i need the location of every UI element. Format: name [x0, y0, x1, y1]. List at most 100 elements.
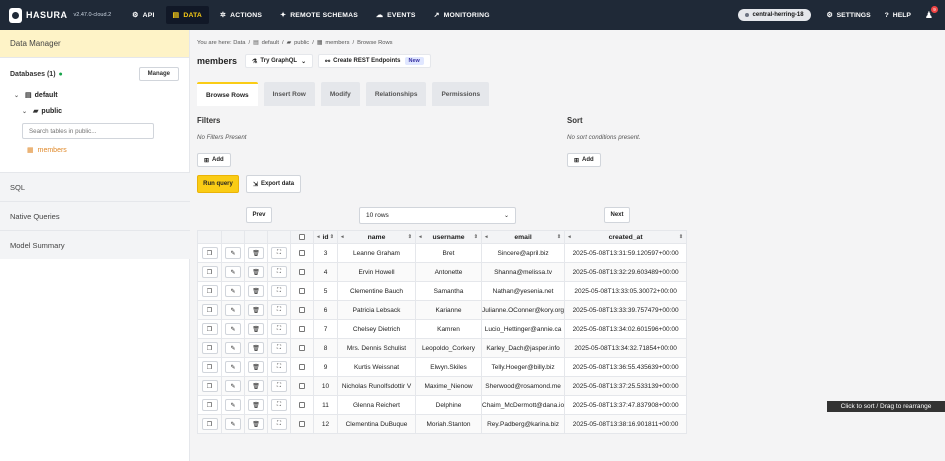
- expand-row-button[interactable]: ⛶: [271, 342, 287, 354]
- clone-row-button[interactable]: ❐: [201, 418, 218, 430]
- expand-row-button[interactable]: ⛶: [271, 247, 287, 259]
- hasura-logo[interactable]: HASURA v2.47.0-cloud.2: [9, 7, 111, 23]
- cell-created-at[interactable]: 2025-05-08T13:33:39.757479+00:00: [564, 300, 688, 320]
- row-checkbox[interactable]: [299, 306, 305, 313]
- breadcrumb-members[interactable]: members: [325, 40, 349, 46]
- edit-row-button[interactable]: ✎: [225, 361, 241, 373]
- clone-row-button[interactable]: ❐: [201, 399, 218, 411]
- cell-id[interactable]: 7: [313, 319, 338, 339]
- column-header-name[interactable]: ◂ name ⇕: [337, 230, 416, 244]
- sidebar-item-native-queries[interactable]: Native Queries: [0, 201, 190, 230]
- cell-email[interactable]: Telly.Hoeger@billy.biz: [480, 357, 566, 377]
- edit-row-button[interactable]: ✎: [225, 266, 241, 278]
- row-checkbox[interactable]: [299, 287, 305, 294]
- cell-name[interactable]: Leanne Graham: [337, 243, 416, 263]
- column-header-created-at[interactable]: ◂ created_at ⇕: [564, 230, 688, 244]
- breadcrumb-default[interactable]: default: [262, 40, 279, 46]
- clone-row-button[interactable]: ❐: [201, 304, 218, 316]
- row-checkbox[interactable]: [299, 325, 305, 332]
- export-data-button[interactable]: ⇲ Export data: [246, 175, 302, 193]
- expand-row-button[interactable]: ⛶: [271, 266, 287, 278]
- clone-row-button[interactable]: ❐: [201, 285, 218, 297]
- nav-remote-schemas[interactable]: ✦ REMOTE SCHEMAS: [273, 6, 365, 24]
- cell-username[interactable]: Samantha: [415, 281, 482, 301]
- cell-email[interactable]: Julianne.OConner@kory.org: [480, 300, 566, 320]
- cell-created-at[interactable]: 2025-05-08T13:32:29.603489+00:00: [564, 262, 688, 282]
- expand-row-button[interactable]: ⛶: [271, 285, 287, 297]
- nav-events[interactable]: ☁ EVENTS: [369, 6, 423, 24]
- nav-api[interactable]: ⚙ API: [125, 6, 161, 24]
- nav-monitoring[interactable]: ↗ MONITORING: [427, 6, 497, 24]
- row-checkbox[interactable]: [299, 363, 305, 370]
- breadcrumb-prefix[interactable]: You are here: Data: [197, 40, 245, 46]
- cell-id[interactable]: 9: [313, 357, 338, 377]
- clone-row-button[interactable]: ❐: [201, 361, 218, 373]
- tab-modify[interactable]: Modify: [320, 82, 360, 106]
- cell-created-at[interactable]: 2025-05-08T13:31:59.120597+00:00: [564, 243, 688, 263]
- cell-id[interactable]: 12: [313, 414, 338, 434]
- delete-row-button[interactable]: 🗑: [248, 380, 264, 392]
- cell-id[interactable]: 3: [313, 243, 338, 263]
- tree-item-default[interactable]: ⌄ ▤ default: [0, 88, 189, 102]
- sidebar-item-model-summary[interactable]: Model Summary: [0, 230, 190, 259]
- settings-button[interactable]: ⚙ SETTINGS: [827, 11, 871, 20]
- clone-row-button[interactable]: ❐: [201, 342, 218, 354]
- cell-created-at[interactable]: 2025-05-08T13:34:02.601596+00:00: [564, 319, 688, 339]
- add-sort-button[interactable]: ⊞ Add: [567, 153, 601, 167]
- clone-row-button[interactable]: ❐: [201, 380, 218, 392]
- sort-icon[interactable]: ⇕: [330, 234, 334, 240]
- sidebar-item-sql[interactable]: SQL: [0, 172, 190, 201]
- tab-permissions[interactable]: Permissions: [432, 82, 490, 106]
- run-query-button[interactable]: Run query: [197, 175, 239, 193]
- edit-row-button[interactable]: ✎: [225, 285, 241, 297]
- sort-icon[interactable]: ⇕: [408, 234, 412, 240]
- cell-username[interactable]: Kamren: [415, 319, 482, 339]
- delete-row-button[interactable]: 🗑: [248, 285, 264, 297]
- cell-username[interactable]: Antonette: [415, 262, 482, 282]
- sort-icon[interactable]: ⇕: [557, 234, 561, 240]
- expand-row-button[interactable]: ⛶: [271, 418, 287, 430]
- row-checkbox[interactable]: [299, 344, 305, 351]
- cell-email[interactable]: Chaim_McDermott@dana.io: [480, 395, 566, 415]
- cell-email[interactable]: Shanna@melissa.tv: [480, 262, 566, 282]
- delete-row-button[interactable]: 🗑: [248, 266, 264, 278]
- cell-id[interactable]: 8: [313, 338, 338, 358]
- delete-row-button[interactable]: 🗑: [248, 418, 264, 430]
- cell-name[interactable]: Clementine Bauch: [337, 281, 416, 301]
- cell-name[interactable]: Kurtis Weissnat: [337, 357, 416, 377]
- nav-data[interactable]: ▤ DATA: [165, 6, 210, 24]
- cell-created-at[interactable]: 2025-05-08T13:36:55.435639+00:00: [564, 357, 688, 377]
- delete-row-button[interactable]: 🗑: [248, 361, 264, 373]
- add-filter-button[interactable]: ⊞ Add: [197, 153, 231, 167]
- tree-item-members[interactable]: ▦ members: [0, 143, 189, 157]
- cell-name[interactable]: Nicholas Runolfsdottir V: [337, 376, 416, 396]
- expand-row-button[interactable]: ⛶: [271, 323, 287, 335]
- cell-email[interactable]: Lucio_Hettinger@annie.ca: [480, 319, 566, 339]
- delete-row-button[interactable]: 🗑: [248, 304, 264, 316]
- cell-name[interactable]: Patricia Lebsack: [337, 300, 416, 320]
- delete-row-button[interactable]: 🗑: [248, 323, 264, 335]
- cell-id[interactable]: 11: [313, 395, 338, 415]
- prev-button[interactable]: Prev: [246, 207, 272, 223]
- edit-row-button[interactable]: ✎: [225, 342, 241, 354]
- cell-username[interactable]: Karianne: [415, 300, 482, 320]
- cell-id[interactable]: 6: [313, 300, 338, 320]
- row-checkbox[interactable]: [299, 401, 305, 408]
- nav-actions[interactable]: ✲ ACTIONS: [213, 6, 269, 24]
- delete-row-button[interactable]: 🗑: [248, 247, 264, 259]
- tab-browse-rows[interactable]: Browse Rows: [197, 82, 258, 106]
- cell-created-at[interactable]: 2025-05-08T13:33:05.30072+00:00: [564, 281, 688, 301]
- project-selector[interactable]: central-herring-18: [737, 9, 811, 21]
- clone-row-button[interactable]: ❐: [201, 323, 218, 335]
- cell-name[interactable]: Clementina DuBuque: [337, 414, 416, 434]
- manage-button[interactable]: Manage: [138, 67, 179, 81]
- rows-per-page-select[interactable]: 10 rows ⌄: [359, 207, 516, 224]
- tree-item-public[interactable]: ⌄ ▰ public: [0, 104, 189, 118]
- column-header-email[interactable]: ◂ email ⇕: [480, 230, 566, 244]
- cell-username[interactable]: Bret: [415, 243, 482, 263]
- expand-row-button[interactable]: ⛶: [271, 380, 287, 392]
- cell-created-at[interactable]: 2025-05-08T13:34:32.71854+00:00: [564, 338, 688, 358]
- sort-icon[interactable]: ⇕: [679, 234, 683, 240]
- row-checkbox[interactable]: [299, 249, 305, 256]
- search-tables-input[interactable]: [22, 123, 154, 139]
